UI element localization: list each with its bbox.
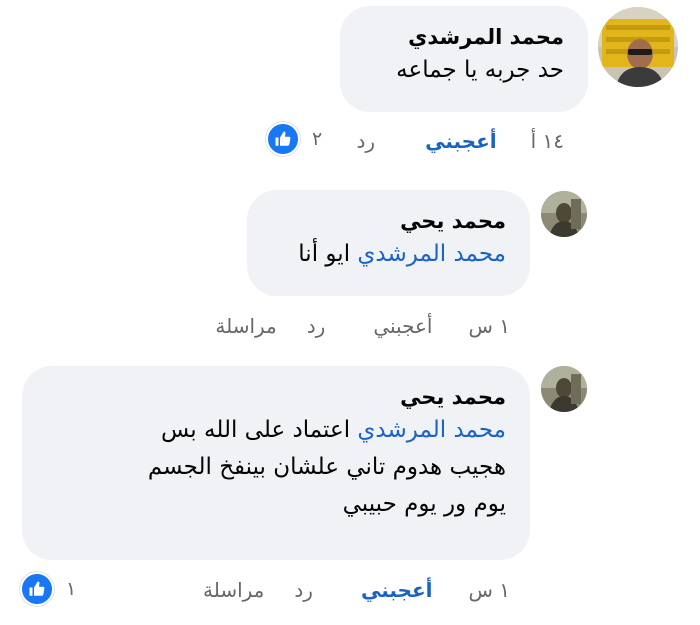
reply-button[interactable]: رد bbox=[307, 314, 326, 338]
comment-actions: ١٤ أ أعجبني رد bbox=[357, 126, 564, 156]
message-button[interactable]: مراسلة bbox=[215, 314, 276, 338]
thumbs-up-icon bbox=[20, 572, 54, 606]
comment-text: محمد المرشدي ايو أنا bbox=[257, 236, 506, 273]
comment-actions: ١ س أعجبني رد مراسلة bbox=[215, 311, 510, 341]
reaction-count: ١ bbox=[66, 578, 77, 600]
comment-text-line-3: يوم ور يوم حبيبي bbox=[342, 491, 506, 517]
reaction-summary[interactable]: ٢ bbox=[266, 122, 322, 156]
avatar[interactable] bbox=[541, 366, 587, 412]
comment-author[interactable]: محمد يحي bbox=[257, 206, 506, 236]
mention-link[interactable]: محمد المرشدي bbox=[357, 241, 506, 267]
comment-author[interactable]: محمد المرشدي bbox=[350, 22, 564, 52]
mention-link[interactable]: محمد المرشدي bbox=[357, 417, 506, 443]
comment-text-content: اعتماد على الله بس bbox=[160, 417, 351, 443]
avatar-photo-icon bbox=[598, 7, 678, 87]
reply-button[interactable]: رد bbox=[357, 129, 376, 153]
reaction-count: ٢ bbox=[312, 128, 323, 150]
avatar[interactable] bbox=[598, 7, 678, 87]
thumbs-up-icon bbox=[266, 122, 300, 156]
comment-time[interactable]: ١٤ أ bbox=[531, 129, 564, 153]
comment-text-line-1: محمد المرشدي اعتماد على الله بس bbox=[32, 412, 506, 449]
reaction-summary[interactable]: ١ bbox=[20, 572, 76, 606]
message-button[interactable]: مراسلة bbox=[203, 578, 264, 602]
comment-author[interactable]: محمد يحي bbox=[32, 382, 506, 412]
like-button[interactable]: أعجبني bbox=[361, 578, 433, 602]
comment-text-content: ايو أنا bbox=[298, 241, 351, 267]
comment-time[interactable]: ١ س bbox=[468, 314, 510, 338]
avatar-photo-icon bbox=[541, 191, 587, 237]
like-button[interactable]: أعجبني bbox=[425, 129, 497, 153]
comment-bubble: محمد يحي محمد المرشدي ايو أنا bbox=[247, 190, 530, 296]
comment-bubble: محمد المرشدي حد جربه يا جماعه bbox=[340, 6, 588, 112]
comment-actions: ١ س أعجبني رد مراسلة bbox=[203, 575, 510, 605]
comment-text-line-2: هجيب هدوم تاني علشان بينفخ الجسم bbox=[147, 454, 506, 480]
avatar-photo-icon bbox=[541, 366, 587, 412]
reply-button[interactable]: رد bbox=[294, 578, 313, 602]
comment-time[interactable]: ١ س bbox=[468, 578, 510, 602]
avatar[interactable] bbox=[541, 191, 587, 237]
like-button[interactable]: أعجبني bbox=[373, 314, 432, 338]
comment-text: حد جربه يا جماعه bbox=[396, 57, 564, 83]
comment-bubble: محمد يحي محمد المرشدي اعتماد على الله بس… bbox=[22, 366, 530, 560]
